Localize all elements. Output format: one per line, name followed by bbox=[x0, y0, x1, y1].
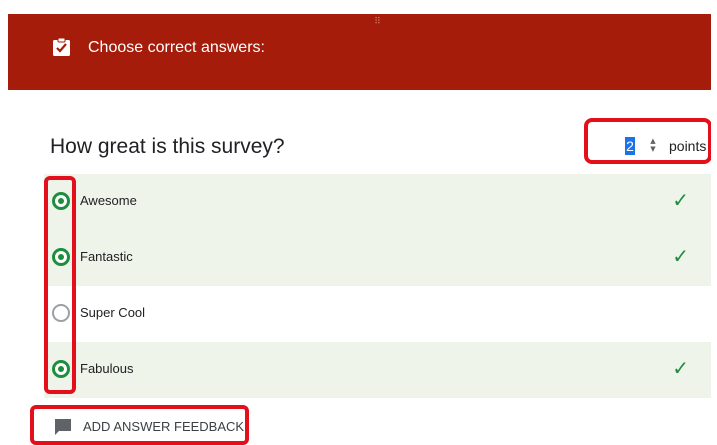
add-feedback-label: ADD ANSWER FEEDBACK bbox=[83, 419, 245, 434]
add-feedback-button[interactable]: ADD ANSWER FEEDBACK bbox=[30, 405, 249, 445]
checkmark-icon: ✓ bbox=[672, 356, 689, 380]
left-frame bbox=[0, 0, 8, 445]
right-frame bbox=[711, 0, 717, 445]
checkmark-icon: ✓ bbox=[672, 244, 689, 268]
radios-highlight bbox=[44, 176, 76, 394]
top-frame bbox=[0, 0, 717, 14]
option-row[interactable]: Super Cool bbox=[44, 286, 711, 342]
assignment-check-icon bbox=[53, 37, 70, 56]
points-label: points bbox=[669, 138, 707, 154]
option-label: Awesome bbox=[80, 193, 137, 208]
option-label: Fantastic bbox=[80, 249, 133, 264]
header-bar: ⠿ Choose correct answers: bbox=[8, 14, 711, 90]
option-row[interactable]: Fabulous ✓ bbox=[44, 342, 711, 398]
points-stepper[interactable]: ▲ ▼ bbox=[648, 134, 658, 156]
option-label: Fabulous bbox=[80, 361, 134, 376]
drag-handle-icon[interactable]: ⠿ bbox=[371, 17, 385, 27]
checkmark-icon: ✓ bbox=[672, 188, 689, 212]
stepper-up-icon[interactable]: ▲ bbox=[650, 137, 655, 145]
option-row[interactable]: Fantastic ✓ bbox=[44, 230, 711, 286]
question-title: How great is this survey? bbox=[50, 135, 285, 158]
option-label: Super Cool bbox=[80, 305, 146, 320]
points-input[interactable]: 2 bbox=[625, 137, 635, 155]
comment-icon bbox=[54, 418, 72, 436]
header-title: Choose correct answers: bbox=[88, 39, 265, 56]
option-row[interactable]: Awesome ✓ bbox=[44, 174, 711, 230]
stepper-down-icon[interactable]: ▼ bbox=[650, 145, 655, 153]
